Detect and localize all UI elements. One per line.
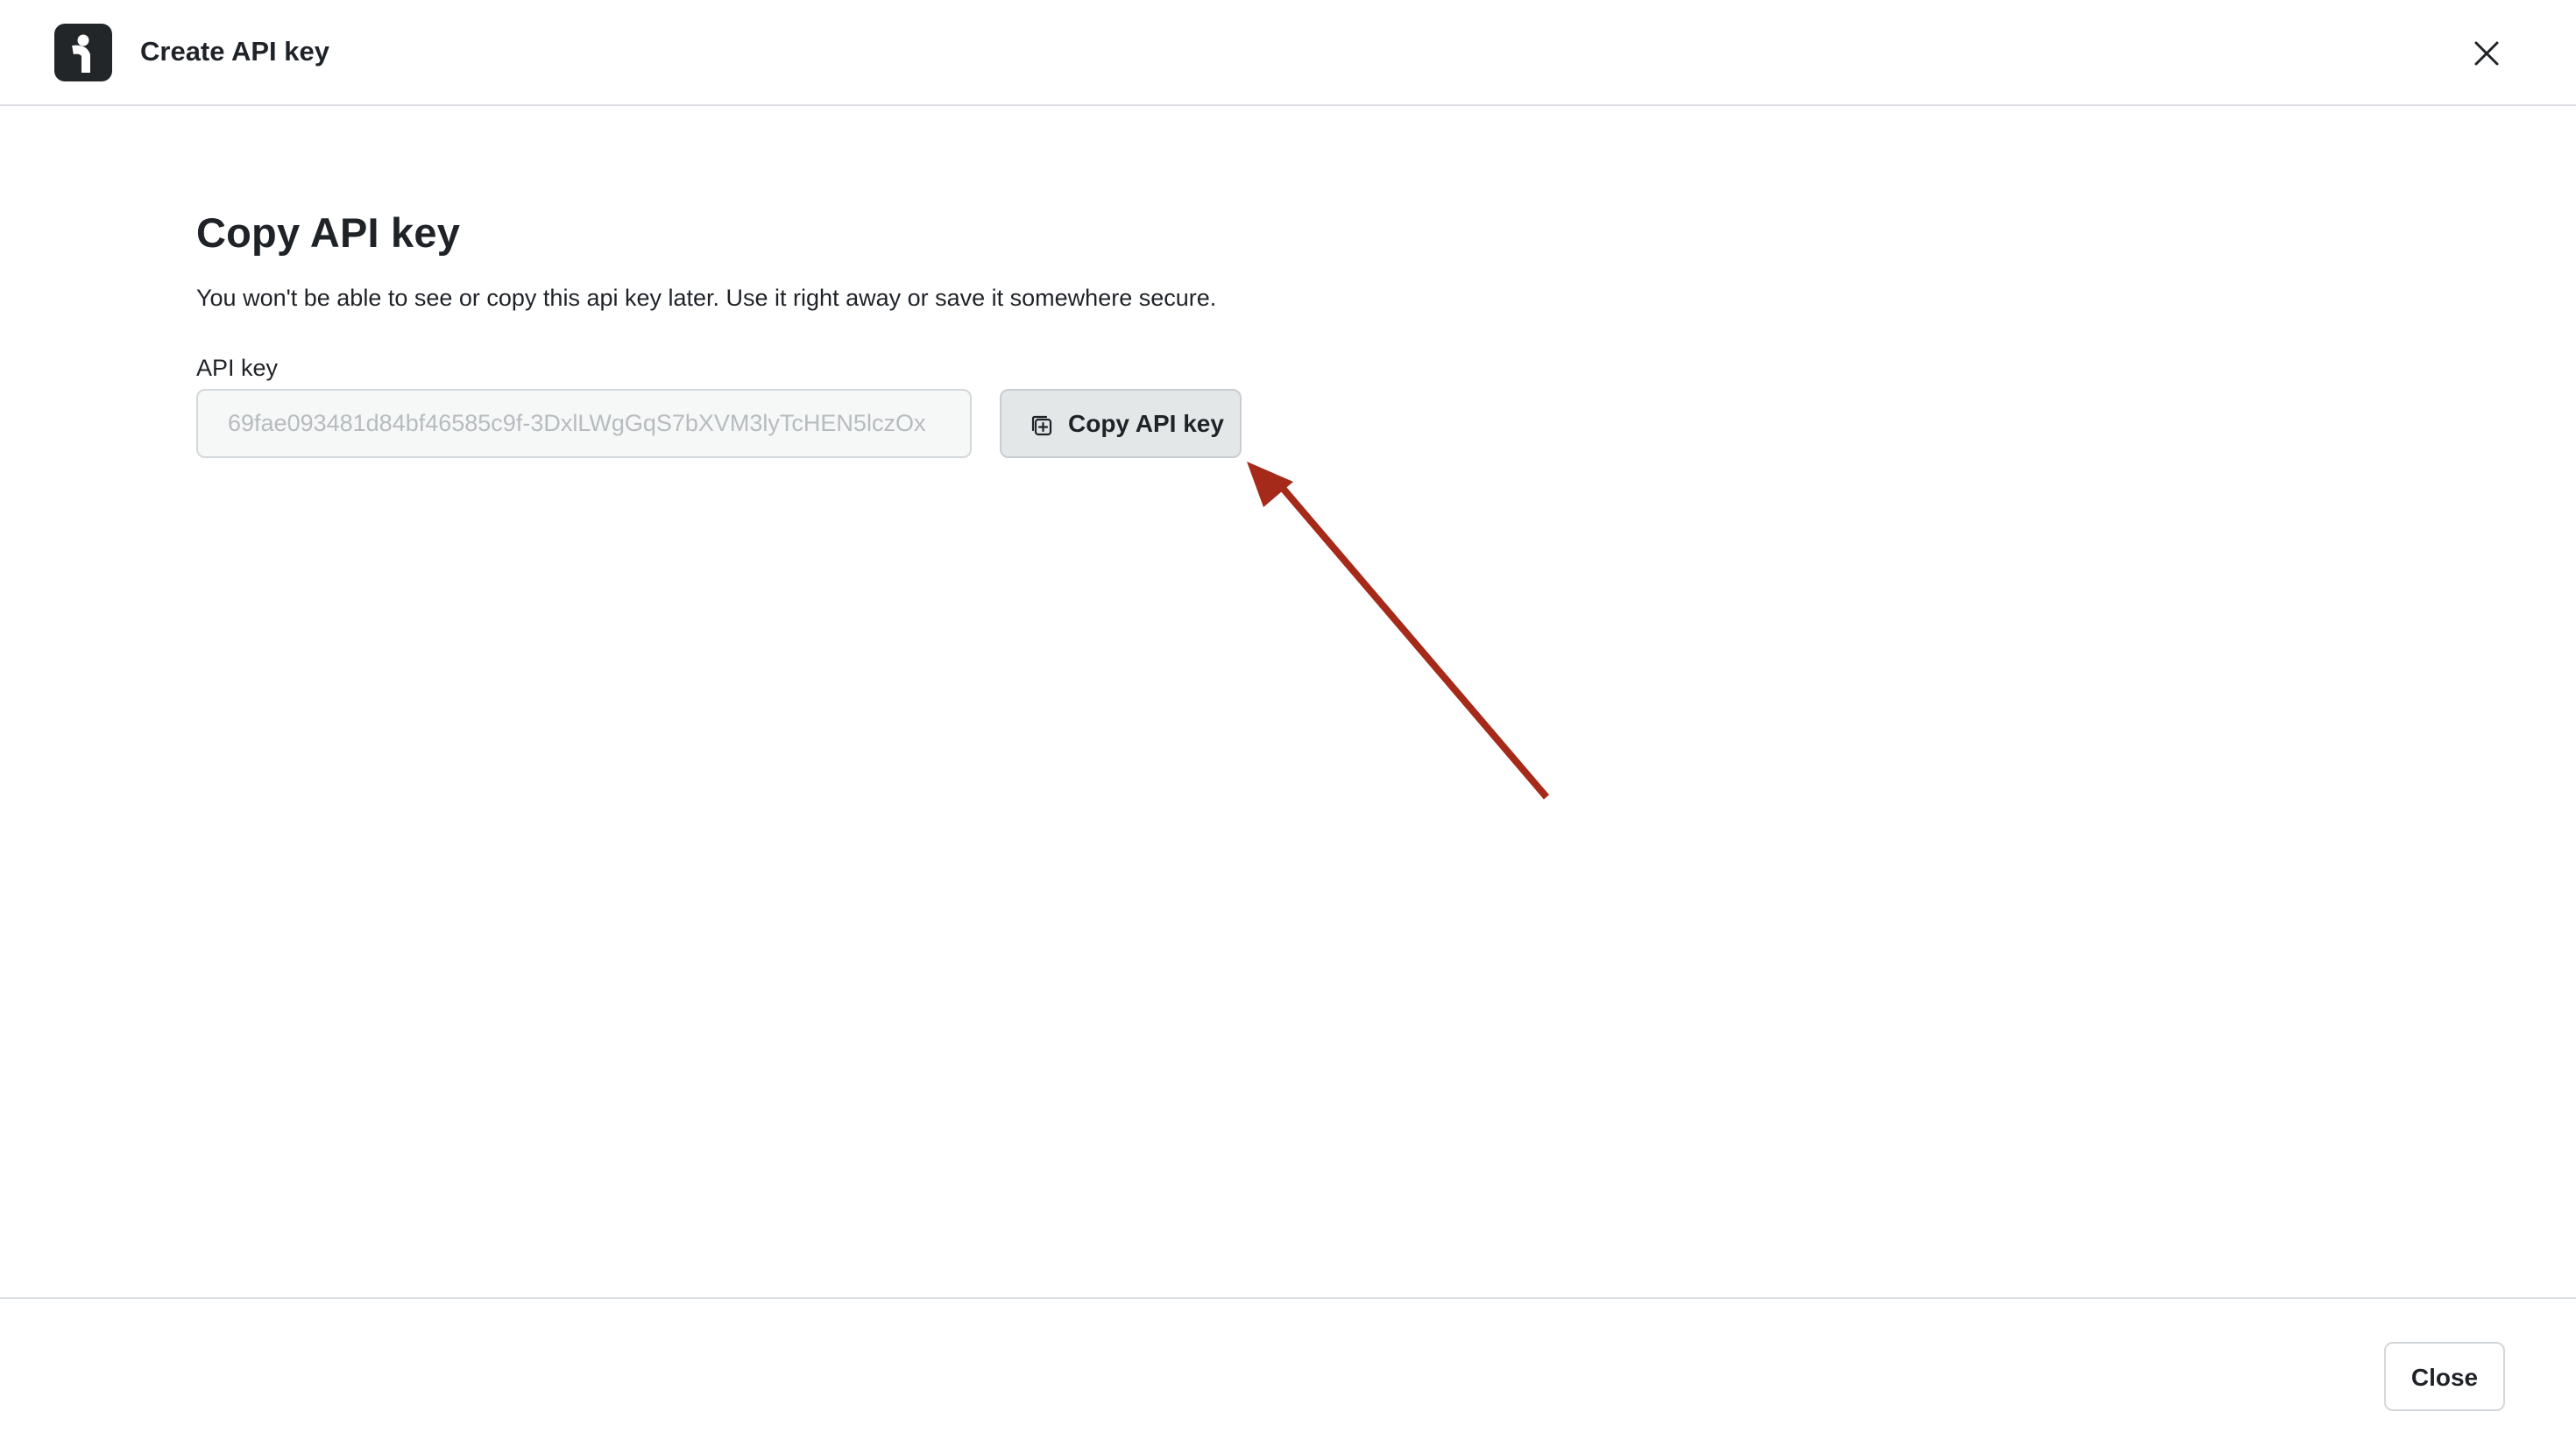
modal-header: Create API key: [0, 0, 2576, 106]
warning-description: You won't be able to see or copy this ap…: [196, 285, 1217, 311]
copy-icon: [1031, 415, 1052, 436]
modal-footer: Close: [0, 1297, 2576, 1454]
close-button[interactable]: Close: [2384, 1342, 2505, 1411]
api-key-field[interactable]: 69fae093481d84bf46585c9f-3DxlLWgGqS7bXVM…: [196, 389, 972, 458]
close-icon[interactable]: [2466, 32, 2508, 74]
page-title: Copy API key: [196, 209, 461, 256]
api-key-label: API key: [196, 355, 279, 381]
copy-api-key-button[interactable]: Copy API key: [1000, 389, 1242, 458]
copy-api-key-label: Copy API key: [1068, 410, 1224, 437]
modal-title: Create API key: [140, 36, 329, 67]
brand-logo-icon: [54, 24, 112, 81]
create-api-key-modal: Create API key Copy API key You won't be…: [0, 0, 2576, 1454]
